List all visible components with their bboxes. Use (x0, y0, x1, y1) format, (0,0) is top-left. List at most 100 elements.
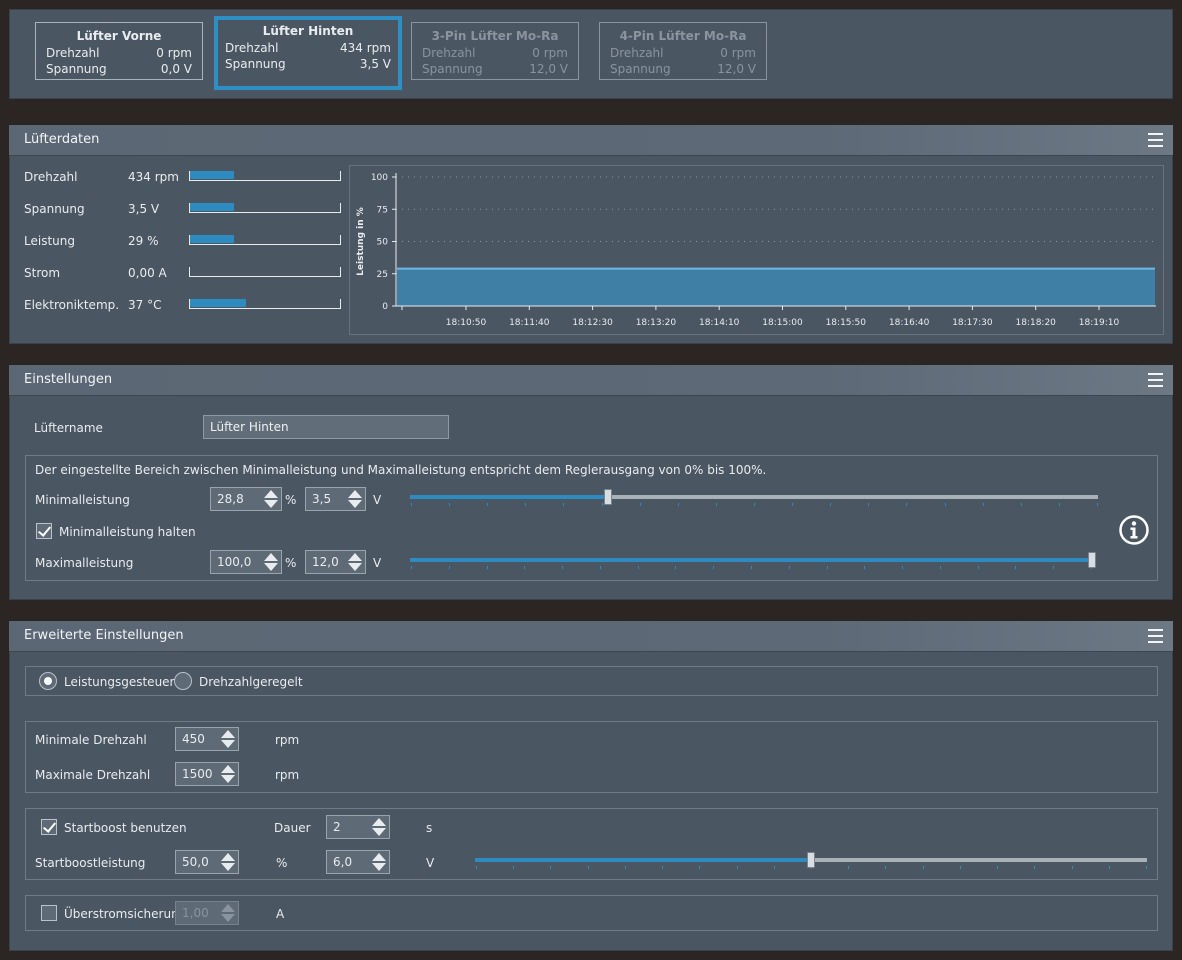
spinbox-value: 450 (182, 732, 205, 746)
fan-tab-rear[interactable]: Lüfter Hinten Drehzahl 434 rpm Spannung 3,… (214, 16, 402, 90)
spinbox-value: 2 (333, 820, 341, 834)
min-power-slider[interactable] (410, 489, 1098, 509)
rpm-range-group: Minimale Drehzahl 450 rpm Maximale Drehz… (25, 721, 1158, 793)
spinbox-value: 100,0 (217, 555, 252, 569)
data-value: 0,00 A (128, 266, 167, 280)
fan-data-panel: Lüfterdaten Drehzahl 434 rpm Spannung 3,… (9, 125, 1173, 344)
hamburger-menu-icon[interactable] (1148, 133, 1163, 147)
percent-unit: % (285, 493, 297, 507)
y-tick-label: 100 (371, 173, 388, 183)
fan-rpm-value: 434 rpm (340, 41, 391, 55)
spinbox-arrows-icon[interactable] (221, 904, 235, 922)
overcurrent-checkbox[interactable] (41, 905, 57, 921)
x-tick-label: 18:16:40 (889, 318, 930, 328)
spinbox-arrows-icon[interactable] (372, 818, 386, 836)
data-bar (189, 267, 341, 277)
mode-rpm-radio[interactable] (174, 672, 192, 690)
rpm-unit: rpm (275, 733, 300, 747)
percent-unit: % (276, 856, 288, 870)
fan-rpm-value: 0 rpm (532, 46, 568, 60)
data-value: 3,5 V (128, 202, 160, 216)
fan-rpm-label: Drehzahl (225, 41, 279, 55)
fan-name-label: Lüftername (34, 421, 103, 435)
panel-title: Erweiterte Einstellungen (24, 628, 184, 643)
fan-tab-title: Lüfter Vorne (76, 29, 162, 43)
spinbox-arrows-icon[interactable] (264, 553, 278, 571)
min-power-volt-spinbox[interactable]: 3,5 (305, 487, 366, 511)
power-chart-svg: 0 25 50 75 100 Leistung in % 18:10:50 18:11:40 1… (356, 173, 1156, 328)
duration-spinbox[interactable]: 2 (326, 815, 390, 839)
fan-tab-4pin-mora[interactable]: 4-Pin Lüfter Mo-Ra Drehzahl 0 rpm Spannun… (599, 22, 767, 80)
mode-rpm-label: Drehzahlgeregelt (199, 675, 303, 689)
fan-rpm-value: 0 rpm (720, 46, 756, 60)
fan-tab-front[interactable]: Lüfter Vorne Drehzahl 0 rpm Spannung 0,0 V (35, 22, 203, 80)
x-tick-label: 18:10:50 (446, 318, 487, 328)
data-bar (189, 299, 341, 309)
spinbox-arrows-icon[interactable] (264, 490, 278, 508)
slider-thumb[interactable] (1088, 552, 1096, 568)
x-tick-label: 18:19:10 (1079, 318, 1120, 328)
fan-tab-title: Lüfter Hinten (262, 24, 354, 38)
spinbox-arrows-icon[interactable] (221, 765, 235, 783)
startboost-slider[interactable] (475, 852, 1147, 872)
hamburger-menu-icon[interactable] (1148, 629, 1163, 643)
spinbox-value: 28,8 (217, 492, 244, 506)
spinbox-arrows-icon[interactable] (221, 853, 235, 871)
max-power-volt-spinbox[interactable]: 12,0 (305, 550, 366, 574)
startboost-volt-spinbox[interactable]: 6,0 (326, 850, 390, 874)
fan-data-header: Lüfterdaten (9, 125, 1173, 156)
volt-unit: V (426, 856, 435, 870)
spinbox-arrows-icon[interactable] (221, 730, 235, 748)
max-power-slider[interactable] (410, 552, 1096, 572)
data-label: Elektroniktemp. (24, 298, 120, 312)
data-value: 37 °C (128, 298, 162, 312)
fan-volt-label: Spannung (225, 57, 286, 71)
volt-unit: V (373, 493, 382, 507)
mode-power-radio[interactable] (39, 672, 57, 690)
slider-thumb[interactable] (807, 852, 815, 868)
slider-thumb[interactable] (604, 489, 613, 505)
fan-tab-title: 3-Pin Lüfter Mo-Ra (431, 29, 559, 43)
max-rpm-spinbox[interactable]: 1500 (175, 762, 239, 786)
settings-header: Einstellungen (9, 365, 1173, 396)
spinbox-value: 3,5 (312, 492, 332, 506)
volt-unit: V (373, 556, 382, 570)
data-label: Spannung (24, 202, 85, 216)
fan-rpm-value: 0 rpm (156, 46, 192, 60)
panel-title: Einstellungen (24, 372, 113, 387)
min-power-percent-spinbox[interactable]: 28,8 (210, 487, 282, 511)
spinbox-arrows-icon[interactable] (348, 490, 362, 508)
advanced-settings-panel: Erweiterte Einstellungen Leistungsgesteu… (9, 621, 1173, 951)
max-power-label: Maximalleistung (35, 556, 134, 570)
fan-volt-value: 0,0 V (160, 62, 192, 76)
fan-selection-panel: Lüfter Vorne Drehzahl 0 rpm Spannung 0,0 V… (9, 9, 1173, 99)
y-axis-label: Leistung in % (356, 207, 366, 276)
hold-min-power-checkbox[interactable] (36, 523, 52, 539)
startboost-percent-spinbox[interactable]: 50,0 (175, 850, 239, 874)
spinbox-arrows-icon[interactable] (372, 853, 386, 871)
data-bar (189, 235, 341, 245)
panel-title: Lüfterdaten (24, 132, 100, 147)
data-value: 434 rpm (128, 170, 179, 184)
hamburger-menu-icon[interactable] (1148, 373, 1163, 387)
fan-rpm-label: Drehzahl (610, 46, 664, 60)
startboost-checkbox[interactable] (41, 819, 57, 835)
fan-tab-3pin-mora[interactable]: 3-Pin Lüfter Mo-Ra Drehzahl 0 rpm Spannun… (411, 22, 579, 80)
y-tick-label: 0 (382, 302, 388, 312)
spinbox-arrows-icon[interactable] (348, 553, 362, 571)
y-tick-label: 75 (377, 205, 388, 215)
data-bar (189, 171, 341, 181)
max-power-percent-spinbox[interactable]: 100,0 (210, 550, 282, 574)
fan-volt-value: 12,0 V (529, 62, 568, 76)
overcurrent-spinbox[interactable]: 1,00 (175, 901, 239, 925)
settings-panel: Einstellungen Lüftername Der eingestellt… (9, 365, 1173, 600)
startboost-label: Startboost benutzen (64, 821, 187, 835)
min-rpm-spinbox[interactable]: 450 (175, 727, 239, 751)
x-tick-label: 18:12:30 (572, 318, 613, 328)
overcurrent-group: Überstromsicherung 1,00 A (25, 895, 1158, 931)
info-icon[interactable] (1118, 514, 1150, 546)
x-tick-label: 18:14:10 (699, 318, 740, 328)
series-area (397, 268, 1155, 306)
fan-volt-label: Spannung (610, 62, 671, 76)
fan-name-input[interactable] (203, 415, 449, 439)
